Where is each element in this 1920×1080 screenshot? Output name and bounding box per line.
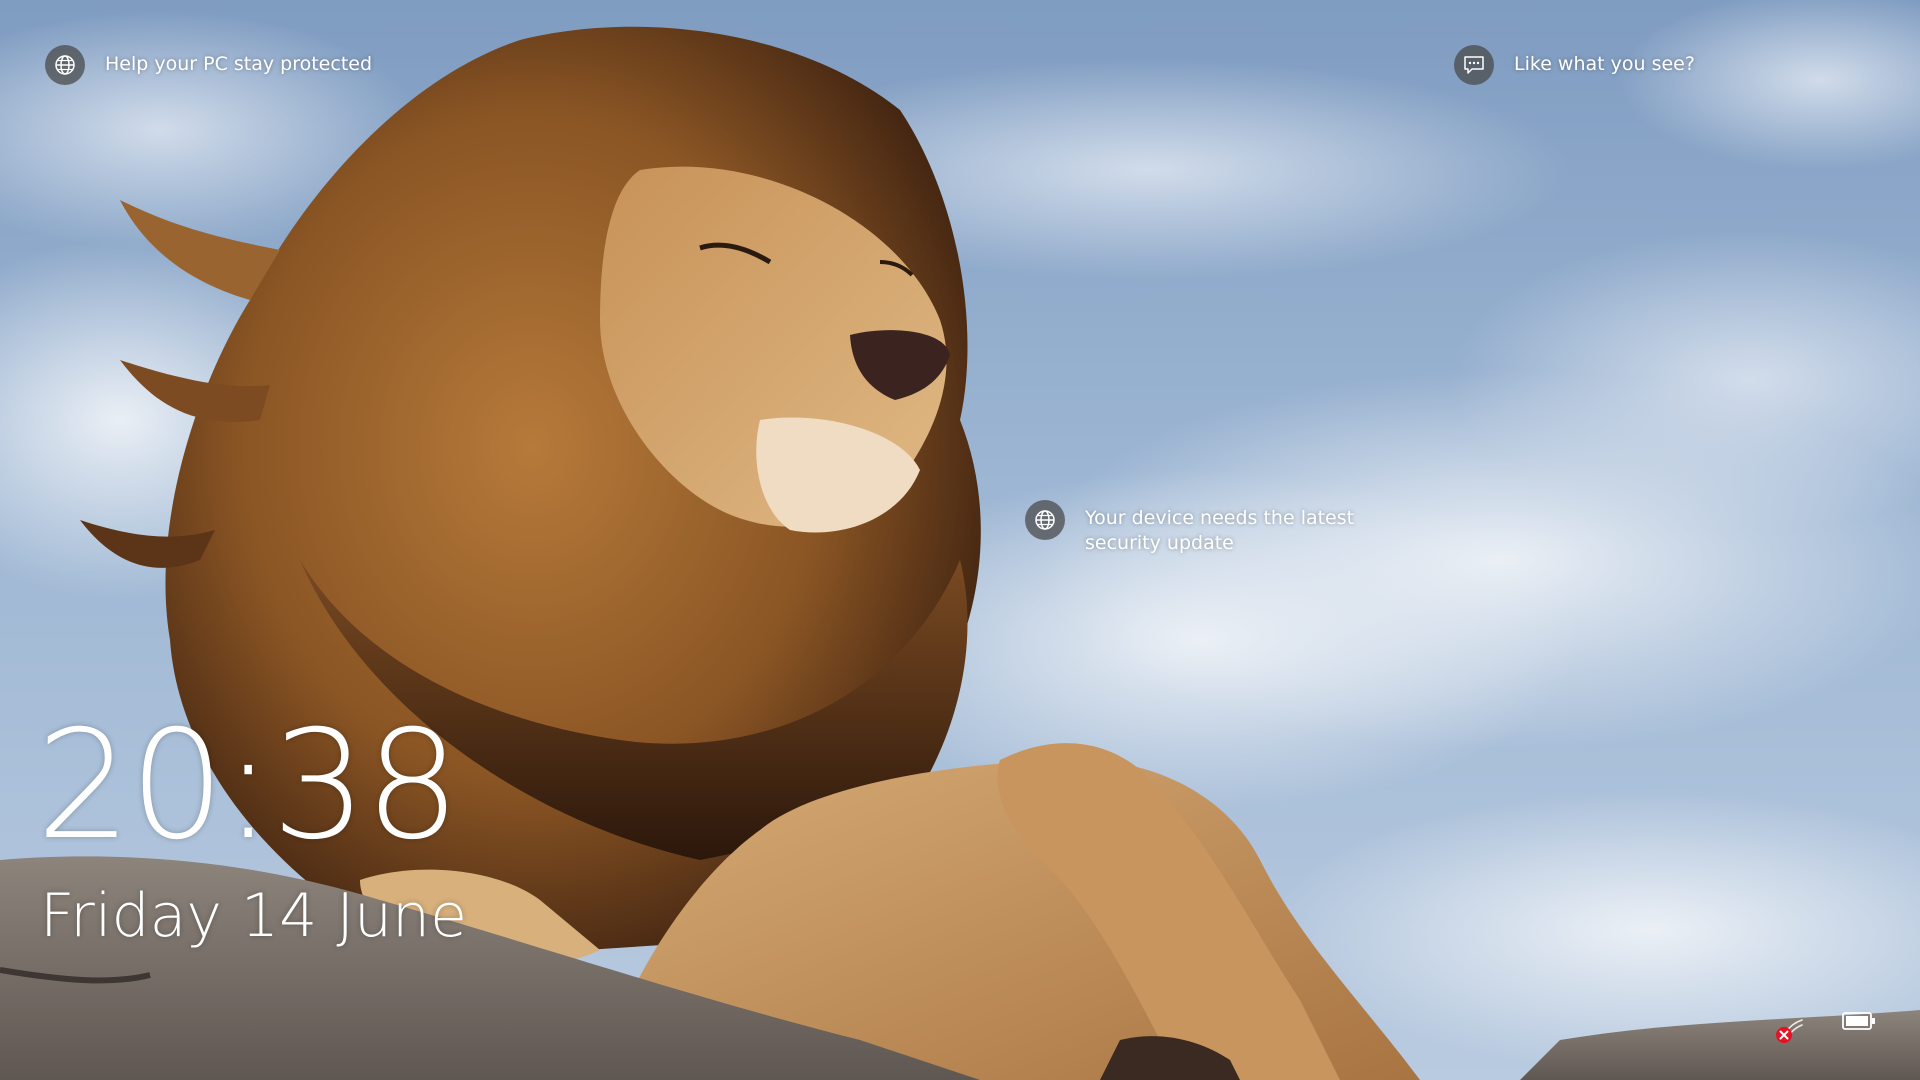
- globe-icon: [1025, 500, 1065, 540]
- network-disconnected-icon[interactable]: [1772, 1010, 1808, 1046]
- lock-screen[interactable]: Help your PC stay protected Like what yo…: [0, 0, 1920, 1080]
- globe-icon: [45, 45, 85, 85]
- spotlight-security-update-text: Your device needs the latest security up…: [1085, 507, 1355, 554]
- spotlight-protected-link[interactable]: Help your PC stay protected: [45, 45, 372, 85]
- lock-screen-time: 20:38: [36, 699, 460, 873]
- lock-screen-date: Friday 14 June: [40, 881, 468, 951]
- spotlight-like-link[interactable]: Like what you see?: [1454, 45, 1695, 85]
- spotlight-protected-text: Help your PC stay protected: [105, 53, 373, 75]
- battery-icon[interactable]: [1842, 1010, 1876, 1032]
- spotlight-like-text: Like what you see?: [1514, 53, 1695, 75]
- spotlight-security-update-link[interactable]: Your device needs the latest security up…: [1025, 500, 1425, 556]
- chat-icon: [1454, 45, 1494, 85]
